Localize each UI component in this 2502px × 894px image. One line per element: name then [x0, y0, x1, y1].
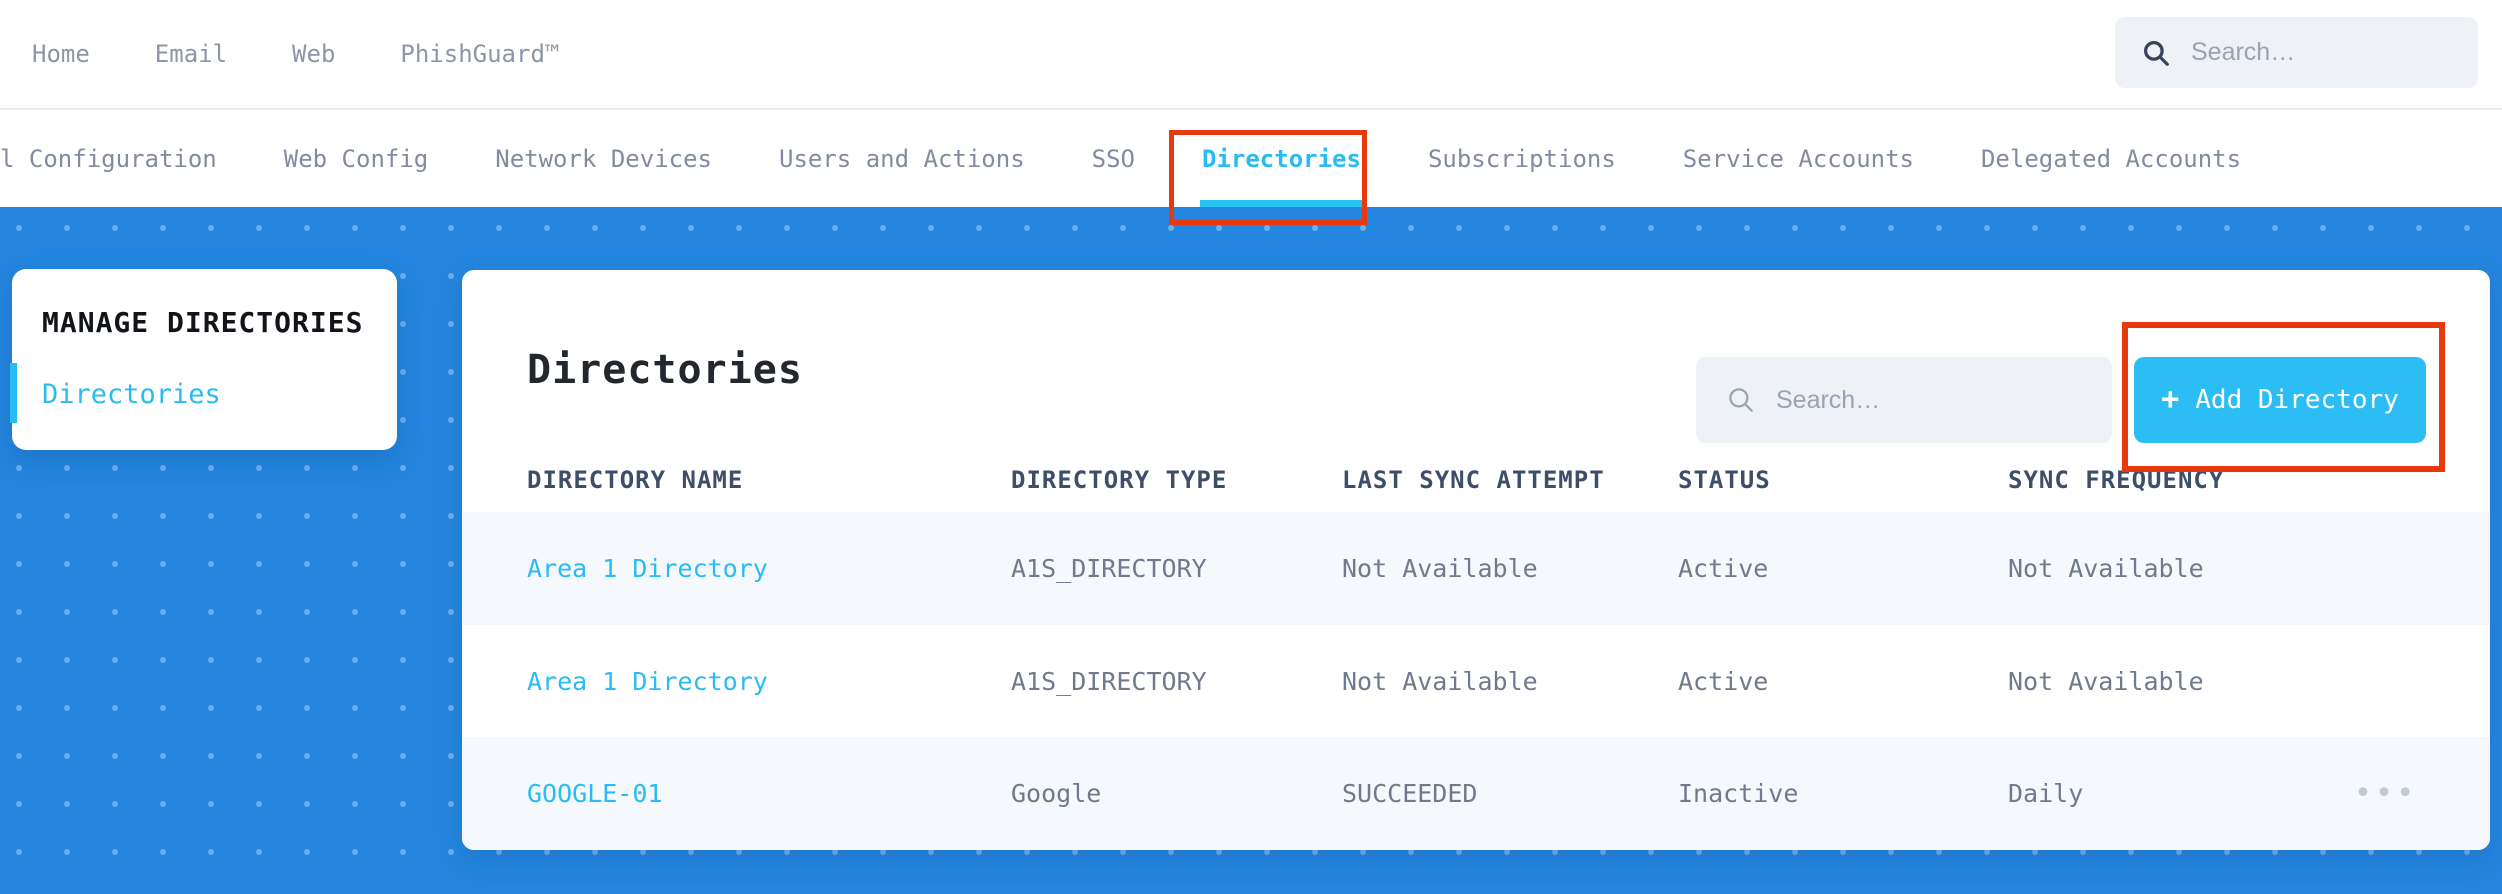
col-sync-frequency: SYNC FREQUENCY	[2008, 466, 2225, 494]
status-cell: Active	[1678, 553, 1769, 583]
status-cell: Active	[1678, 666, 1769, 696]
tab-subscriptions[interactable]: Subscriptions	[1428, 110, 1616, 207]
table-header: DIRECTORY NAME DIRECTORY TYPE LAST SYNC …	[462, 448, 2490, 512]
tab-web-config[interactable]: Web Config	[284, 110, 429, 207]
row-actions-ellipsis-icon[interactable]: •••	[2354, 778, 2490, 809]
last-sync-cell: Not Available	[1342, 666, 1538, 696]
plus-icon: +	[2161, 382, 2180, 417]
manage-card-title: MANAGE DIRECTORIES	[42, 306, 364, 339]
top-nav-items: Home Email Web PhishGuard™	[32, 0, 559, 108]
col-directory-type: DIRECTORY TYPE	[1011, 466, 1228, 494]
nav-web[interactable]: Web	[292, 40, 335, 68]
table-body: Area 1 Directory A1S_DIRECTORY Not Avail…	[462, 512, 2490, 850]
directory-name-link[interactable]: Area 1 Directory	[527, 667, 1011, 696]
search-icon	[1729, 388, 1753, 412]
last-sync-cell: Not Available	[1342, 553, 1538, 583]
table-row: Area 1 Directory A1S_DIRECTORY Not Avail…	[462, 625, 2490, 738]
directory-type-cell: A1S_DIRECTORY	[1011, 666, 1207, 696]
manage-directories-card: MANAGE DIRECTORIES Directories	[10, 269, 397, 450]
directory-name-link[interactable]: GOOGLE-01	[527, 779, 1011, 808]
directory-type-cell: A1S_DIRECTORY	[1011, 553, 1207, 583]
col-status: STATUS	[1678, 466, 1771, 494]
nav-home[interactable]: Home	[32, 40, 90, 68]
add-directory-label: Add Directory	[2195, 385, 2399, 415]
tab-directories-label: Directories	[1202, 144, 1361, 173]
status-cell: Inactive	[1678, 779, 1799, 809]
tab-service-accounts[interactable]: Service Accounts	[1683, 110, 1914, 207]
last-sync-cell: SUCCEEDED	[1342, 779, 1478, 809]
nav-email[interactable]: Email	[155, 40, 227, 68]
tab-delegated-accounts[interactable]: Delegated Accounts	[1981, 110, 2241, 207]
add-directory-button[interactable]: + Add Directory	[2134, 357, 2426, 443]
nav-phishguard[interactable]: PhishGuard™	[400, 40, 559, 68]
sync-frequency-cell: Not Available	[2008, 666, 2204, 696]
tab-directories[interactable]: Directories	[1200, 110, 1363, 207]
col-directory-name: DIRECTORY NAME	[527, 466, 744, 494]
tab-users-and-actions[interactable]: Users and Actions	[779, 110, 1025, 207]
app-window: Home Email Web PhishGuard™ l Configurati…	[0, 0, 2502, 894]
page-title: Directories	[527, 347, 803, 393]
settings-tab-bar: l Configuration Web Config Network Devic…	[0, 110, 2502, 207]
global-search-input[interactable]	[2191, 38, 2478, 67]
tab-sso[interactable]: SSO	[1092, 110, 1135, 207]
sync-frequency-cell: Not Available	[2008, 553, 2204, 583]
directories-search-input[interactable]	[1776, 385, 2112, 415]
col-last-sync-attempt: LAST SYNC ATTEMPT	[1342, 466, 1605, 494]
table-row: GOOGLE-01 Google SUCCEEDED Inactive Dail…	[462, 737, 2490, 850]
directories-panel: Directories + Add Directory DIRECTORY NA…	[462, 270, 2490, 850]
sync-frequency-cell: Daily	[2008, 779, 2084, 809]
top-nav: Home Email Web PhishGuard™	[0, 0, 2502, 110]
directories-search[interactable]	[1696, 357, 2112, 443]
active-tab-underline	[1200, 200, 1363, 207]
tab-network-devices[interactable]: Network Devices	[495, 110, 712, 207]
search-icon	[2144, 40, 2169, 66]
tab-email-configuration[interactable]: l Configuration	[0, 110, 217, 207]
sidebar-item-directories[interactable]: Directories	[42, 381, 221, 409]
active-item-bar	[10, 363, 17, 423]
table-row: Area 1 Directory A1S_DIRECTORY Not Avail…	[462, 512, 2490, 625]
directory-name-link[interactable]: Area 1 Directory	[527, 554, 1011, 583]
global-search[interactable]	[2115, 17, 2478, 88]
directory-type-cell: Google	[1011, 779, 1102, 809]
